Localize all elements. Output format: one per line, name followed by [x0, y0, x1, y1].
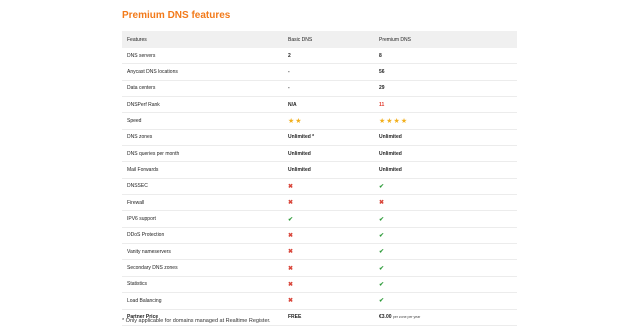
footnote: * Only applicable for domains managed at…	[122, 318, 271, 324]
basic-value: -	[283, 63, 374, 81]
feature-label: Secondary DNS zones	[122, 259, 283, 277]
premium-cell: ✔	[374, 259, 517, 277]
basic-cell: ✖	[283, 178, 374, 196]
feature-label: DNS queries per month	[122, 145, 283, 163]
feature-label: Speed	[122, 112, 283, 130]
feature-label: Firewall	[122, 194, 283, 212]
basic-price: FREE	[283, 309, 374, 326]
basic-value: N/A	[283, 96, 374, 114]
premium-rank-value: 11	[374, 96, 517, 114]
table-row: DNS zones Unlimited * Unlimited	[122, 129, 517, 147]
premium-value: 8	[374, 48, 517, 65]
premium-price-unit: per zone per year	[392, 315, 421, 320]
premium-price: €3.00	[379, 314, 392, 321]
basic-cell: ✖	[283, 194, 374, 212]
check-icon: ✔	[379, 183, 385, 190]
feature-label: DNSPerf Rank	[122, 96, 283, 114]
feature-label: Statistics	[122, 276, 283, 294]
basic-cell: ✖	[283, 259, 374, 277]
page: Premium DNS features Features Basic DNS …	[0, 0, 640, 336]
premium-cell: ✔	[374, 243, 517, 261]
table-row: IPV6 support ✔ ✔	[122, 210, 517, 228]
table-row: DNS queries per month Unlimited Unlimite…	[122, 145, 517, 163]
cross-icon: ✖	[288, 265, 294, 272]
premium-value: 29	[374, 80, 517, 98]
basic-cell: ✖	[283, 276, 374, 294]
table-row: DNS servers 2 8	[122, 48, 517, 65]
star-icon: ★★★★	[379, 118, 409, 126]
header-premium-dns: Premium DNS	[374, 31, 517, 48]
table-row: Mail Forwards Unlimited Unlimited	[122, 161, 517, 179]
cross-icon: ✖	[288, 232, 294, 239]
feature-label: DNS zones	[122, 129, 283, 147]
feature-label: Load Balancing	[122, 292, 283, 310]
table-row: Vanity nameservers ✖ ✔	[122, 243, 517, 261]
table-row: Firewall ✖ ✖	[122, 194, 517, 212]
feature-label: Mail Forwards	[122, 161, 283, 179]
feature-label: DNS servers	[122, 48, 283, 65]
header-basic-dns: Basic DNS	[283, 31, 374, 48]
page-title: Premium DNS features	[122, 10, 231, 21]
basic-speed-cell: ★★	[283, 112, 374, 130]
check-icon: ✔	[379, 281, 385, 288]
table-row: Statistics ✖ ✔	[122, 276, 517, 294]
table-row: Speed ★★ ★★★★	[122, 112, 517, 130]
basic-cell: ✔	[283, 210, 374, 228]
check-icon: ✔	[379, 249, 385, 256]
header-features: Features	[122, 31, 283, 48]
basic-value: Unlimited	[283, 145, 374, 163]
cross-icon: ✖	[288, 249, 294, 256]
table-row: DNSPerf Rank N/A 11	[122, 96, 517, 114]
premium-cell: ✔	[374, 178, 517, 196]
premium-cell: ✔	[374, 227, 517, 245]
table-row: DDoS Protection ✖ ✔	[122, 227, 517, 245]
basic-value: Unlimited *	[283, 129, 374, 147]
check-icon: ✔	[288, 216, 294, 223]
table-row: Load Balancing ✖ ✔	[122, 292, 517, 310]
premium-value: Unlimited	[374, 161, 517, 179]
premium-value: 56	[374, 63, 517, 81]
feature-label: Anycast DNS locations	[122, 63, 283, 81]
premium-price-cell: €3.00 per zone per year	[374, 309, 517, 326]
cross-icon: ✖	[288, 200, 294, 207]
basic-value: Unlimited	[283, 161, 374, 179]
cross-icon: ✖	[288, 183, 294, 190]
cross-icon: ✖	[379, 200, 385, 207]
table-row: Secondary DNS zones ✖ ✔	[122, 259, 517, 277]
cross-icon: ✖	[288, 298, 294, 305]
star-icon: ★★	[288, 118, 303, 126]
check-icon: ✔	[379, 298, 385, 305]
features-table: Features Basic DNS Premium DNS DNS serve…	[122, 31, 517, 326]
premium-cell: ✔	[374, 276, 517, 294]
feature-label: IPV6 support	[122, 210, 283, 228]
table-row: Data centers - 29	[122, 80, 517, 98]
basic-cell: ✖	[283, 243, 374, 261]
basic-cell: ✖	[283, 227, 374, 245]
table-header-row: Features Basic DNS Premium DNS	[122, 31, 517, 48]
table-row: Anycast DNS locations - 56	[122, 63, 517, 81]
feature-label: DDoS Protection	[122, 227, 283, 245]
premium-value: Unlimited	[374, 129, 517, 147]
feature-label: Data centers	[122, 80, 283, 98]
cross-icon: ✖	[288, 281, 294, 288]
check-icon: ✔	[379, 265, 385, 272]
basic-value: -	[283, 80, 374, 98]
premium-speed-cell: ★★★★	[374, 112, 517, 130]
premium-cell: ✖	[374, 194, 517, 212]
feature-label: Vanity nameservers	[122, 243, 283, 261]
premium-value: Unlimited	[374, 145, 517, 163]
table-row: DNSSEC ✖ ✔	[122, 178, 517, 196]
premium-cell: ✔	[374, 210, 517, 228]
check-icon: ✔	[379, 232, 385, 239]
basic-cell: ✖	[283, 292, 374, 310]
premium-cell: ✔	[374, 292, 517, 310]
check-icon: ✔	[379, 216, 385, 223]
feature-label: DNSSEC	[122, 178, 283, 196]
basic-value: 2	[283, 48, 374, 65]
